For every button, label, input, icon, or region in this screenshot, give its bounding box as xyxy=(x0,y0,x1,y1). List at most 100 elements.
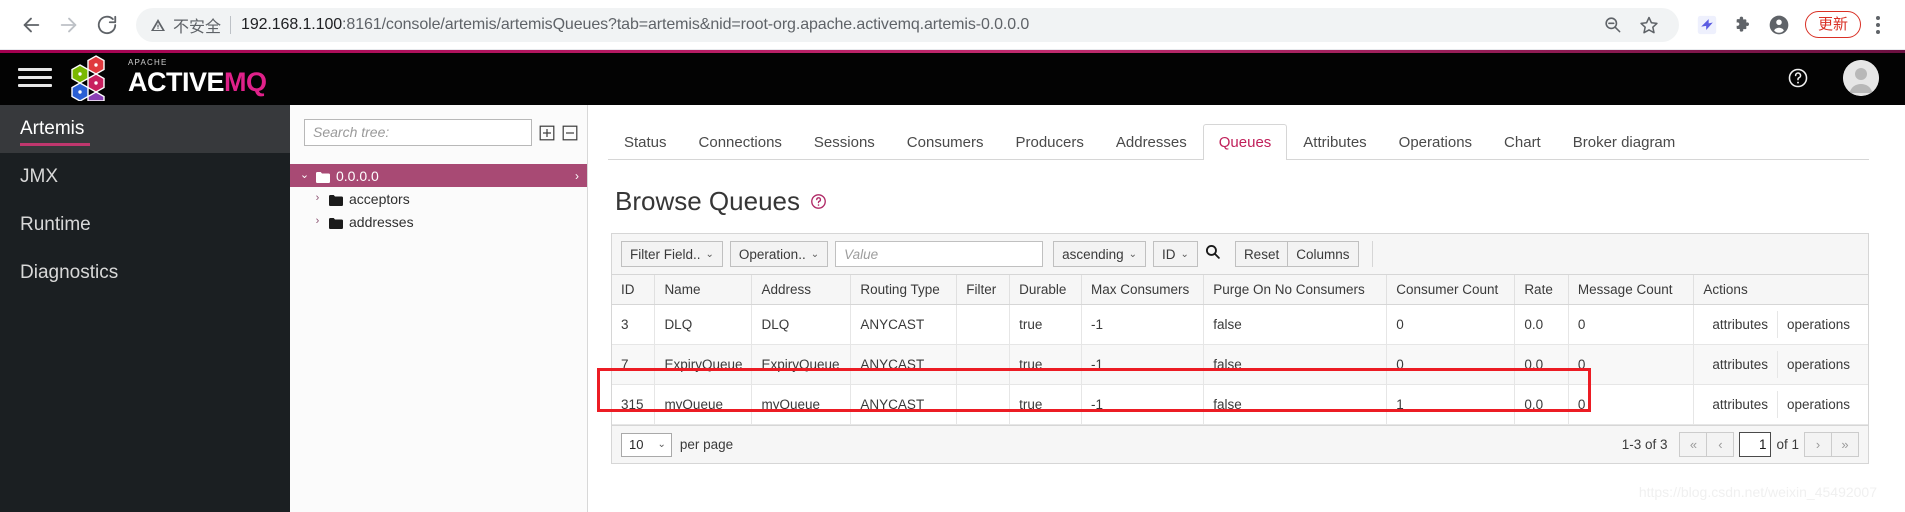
first-page-button[interactable]: « xyxy=(1679,432,1708,457)
bird-extension-icon[interactable] xyxy=(1691,9,1723,41)
page-number-input[interactable]: 1 xyxy=(1739,432,1772,457)
tree-search-row: Search tree: xyxy=(290,119,587,146)
col-purge-on-no-consumers[interactable]: Purge On No Consumers xyxy=(1203,275,1388,305)
col-consumer-count[interactable]: Consumer Count xyxy=(1386,275,1516,305)
collapse-all-icon[interactable] xyxy=(562,125,578,141)
tab-status[interactable]: Status xyxy=(608,124,683,160)
cell-address[interactable]: DLQ xyxy=(751,304,852,345)
cell-consumer-count[interactable]: 0 xyxy=(1386,344,1516,385)
queues-table-body: 3 DLQ DLQ ANYCAST true -1 false 0 0.0 0 xyxy=(612,304,1868,425)
col-message-count[interactable]: Message Count xyxy=(1568,275,1695,305)
next-page-button[interactable]: › xyxy=(1804,432,1832,457)
last-page-button[interactable]: » xyxy=(1831,432,1859,457)
tab-consumers[interactable]: Consumers xyxy=(891,124,1000,160)
expand-all-icon[interactable] xyxy=(539,125,555,141)
logo-main-label: ACTIVEMQ xyxy=(128,69,267,96)
chevron-down-icon[interactable]: ⌄ xyxy=(299,170,310,181)
pagination: 1-3 of 3 « ‹ 1 of 1 › » xyxy=(1622,432,1859,457)
tab-addresses[interactable]: Addresses xyxy=(1100,124,1203,160)
user-avatar-icon[interactable] xyxy=(1843,59,1879,96)
cell-durable: true xyxy=(1009,344,1082,385)
search-button[interactable] xyxy=(1198,243,1228,265)
col-routing-type[interactable]: Routing Type xyxy=(850,275,958,305)
table-row[interactable]: 315 myQueue myQueue ANYCAST true -1 fals… xyxy=(612,384,1868,425)
zoom-out-icon[interactable] xyxy=(1597,9,1629,41)
cell-message-count[interactable]: 0 xyxy=(1568,384,1695,425)
tab-queues[interactable]: Queues xyxy=(1202,124,1288,160)
filter-value-input[interactable]: Value xyxy=(835,241,1044,267)
puzzle-piece-icon[interactable] xyxy=(1727,9,1759,41)
sidebar-item-runtime[interactable]: Runtime xyxy=(0,201,290,249)
star-icon[interactable] xyxy=(1633,9,1665,41)
address-bar[interactable]: 不安全 192.168.1.100:8161/console/artemis/a… xyxy=(136,7,1679,42)
cell-address[interactable]: myQueue xyxy=(751,384,852,425)
tab-attributes[interactable]: Attributes xyxy=(1287,124,1382,160)
attributes-link[interactable]: attributes xyxy=(1703,391,1778,418)
sidebar-item-jmx[interactable]: JMX xyxy=(0,153,290,201)
sort-direction-dropdown[interactable]: ascending ⌄ xyxy=(1053,241,1147,267)
cell-name[interactable]: myQueue xyxy=(654,384,753,425)
col-id[interactable]: ID xyxy=(612,275,656,305)
tree-node-broker[interactable]: ⌄ 0.0.0.0 › xyxy=(290,164,587,187)
logo-active-label: ACTIVE xyxy=(128,67,225,97)
tab-sessions[interactable]: Sessions xyxy=(798,124,891,160)
cell-message-count[interactable]: 0 xyxy=(1568,344,1695,385)
cell-actions: attributes operations xyxy=(1693,304,1868,345)
col-actions[interactable]: Actions xyxy=(1693,275,1868,305)
operations-link[interactable]: operations xyxy=(1778,311,1859,338)
tree-node-addresses[interactable]: › addresses xyxy=(290,210,587,233)
operation-dropdown[interactable]: Operation.. ⌄ xyxy=(729,241,829,267)
col-rate[interactable]: Rate xyxy=(1514,275,1569,305)
filter-field-dropdown[interactable]: Filter Field.. ⌄ xyxy=(621,241,723,267)
chevron-right-icon[interactable]: › xyxy=(575,169,579,183)
hamburger-menu-icon[interactable] xyxy=(18,61,52,95)
col-filter[interactable]: Filter xyxy=(956,275,1011,305)
tab-broker-diagram[interactable]: Broker diagram xyxy=(1557,124,1692,160)
cell-consumer-count[interactable]: 0 xyxy=(1386,304,1516,345)
chevron-right-icon[interactable]: › xyxy=(312,193,323,204)
table-row[interactable]: 3 DLQ DLQ ANYCAST true -1 false 0 0.0 0 xyxy=(612,304,1868,345)
tab-chart[interactable]: Chart xyxy=(1488,124,1557,160)
reset-button[interactable]: Reset xyxy=(1234,241,1289,267)
attributes-link[interactable]: attributes xyxy=(1703,311,1778,338)
chevron-right-icon[interactable]: › xyxy=(312,216,323,227)
cell-address[interactable]: ExpiryQueue xyxy=(751,344,852,385)
tree-search-input[interactable]: Search tree: xyxy=(304,119,532,146)
tree-node-acceptors[interactable]: › acceptors xyxy=(290,187,587,210)
cell-message-count[interactable]: 0 xyxy=(1568,304,1695,345)
columns-button[interactable]: Columns xyxy=(1287,241,1359,267)
back-button[interactable] xyxy=(14,8,48,42)
arrow-right-icon xyxy=(58,14,80,36)
operations-link[interactable]: operations xyxy=(1778,391,1859,418)
cell-consumer-count[interactable]: 1 xyxy=(1386,384,1516,425)
sidebar-item-artemis[interactable]: Artemis xyxy=(0,105,290,153)
help-circle-icon[interactable] xyxy=(1787,67,1809,89)
per-page-select[interactable]: 10 ⌄ xyxy=(621,432,672,457)
operations-link[interactable]: operations xyxy=(1778,351,1859,378)
cell-routing-type: ANYCAST xyxy=(850,384,958,425)
per-page-value: 10 xyxy=(629,437,644,452)
prev-page-button[interactable]: ‹ xyxy=(1706,432,1735,457)
tab-producers[interactable]: Producers xyxy=(1000,124,1100,160)
cell-name[interactable]: DLQ xyxy=(654,304,753,345)
tab-operations[interactable]: Operations xyxy=(1383,124,1488,160)
cell-name[interactable]: ExpiryQueue xyxy=(654,344,753,385)
col-name[interactable]: Name xyxy=(654,275,753,305)
col-durable[interactable]: Durable xyxy=(1009,275,1082,305)
pagination-range: 1-3 of 3 xyxy=(1621,437,1668,452)
reload-button[interactable] xyxy=(90,8,124,42)
attributes-link[interactable]: attributes xyxy=(1703,351,1778,378)
kebab-menu-icon[interactable] xyxy=(1865,9,1891,41)
update-button[interactable]: 更新 xyxy=(1804,10,1861,39)
profile-avatar-icon[interactable] xyxy=(1763,9,1795,41)
col-address[interactable]: Address xyxy=(751,275,852,305)
table-row[interactable]: 7 ExpiryQueue ExpiryQueue ANYCAST true -… xyxy=(612,344,1868,385)
cell-purge-on-no-consumers: false xyxy=(1203,344,1388,385)
sidebar-item-diagnostics[interactable]: Diagnostics xyxy=(0,249,290,297)
tab-connections[interactable]: Connections xyxy=(683,124,798,160)
sort-field-dropdown[interactable]: ID ⌄ xyxy=(1153,241,1198,267)
help-circle-icon[interactable] xyxy=(810,193,827,210)
col-max-consumers[interactable]: Max Consumers xyxy=(1081,275,1205,305)
forward-button[interactable] xyxy=(52,8,86,42)
cell-filter xyxy=(956,304,1011,345)
